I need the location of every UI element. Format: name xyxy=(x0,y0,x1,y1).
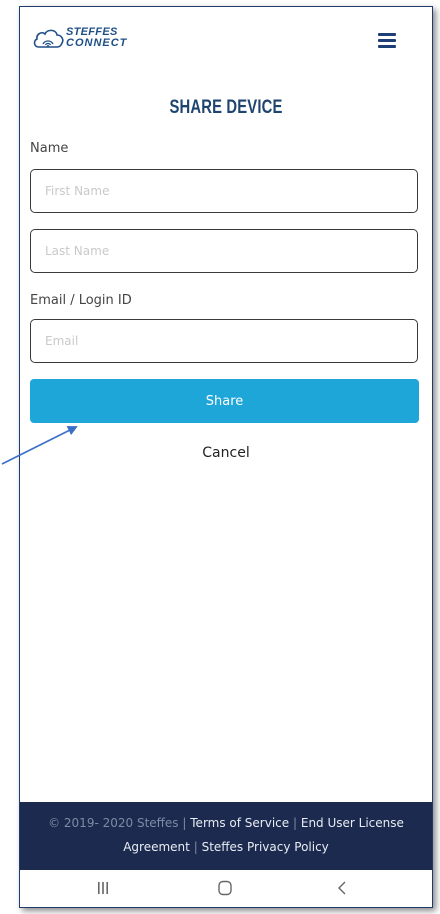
eula-link-part1[interactable]: End User License xyxy=(301,816,404,830)
privacy-policy-link[interactable]: Steffes Privacy Policy xyxy=(202,840,329,854)
footer-separator: | xyxy=(292,816,298,830)
phone-screen: STEFFES CONNECT SHARE DEVICE Name Email … xyxy=(19,6,433,908)
email-input[interactable] xyxy=(30,319,418,363)
share-button[interactable]: Share xyxy=(30,379,419,423)
first-name-input[interactable] xyxy=(30,169,418,213)
steffes-connect-logo[interactable]: STEFFES CONNECT xyxy=(32,25,142,55)
app-header: STEFFES CONNECT xyxy=(20,7,432,67)
last-name-input[interactable] xyxy=(30,229,418,273)
eula-link-part2[interactable]: Agreement xyxy=(123,840,190,854)
cancel-link[interactable]: Cancel xyxy=(20,445,432,461)
email-label: Email / Login ID xyxy=(30,293,132,308)
back-icon[interactable] xyxy=(336,881,348,895)
recents-icon[interactable] xyxy=(96,881,110,895)
footer-line-1: © 2019- 2020 Steffes | Terms of Service … xyxy=(20,811,432,835)
terms-of-service-link[interactable]: Terms of Service xyxy=(190,816,289,830)
cloud-wifi-logo-icon xyxy=(33,29,64,48)
copyright-text: © 2019- 2020 Steffes xyxy=(48,816,179,830)
hamburger-menu-icon[interactable] xyxy=(378,33,396,49)
page-title: SHARE DEVICE xyxy=(169,97,283,118)
footer: © 2019- 2020 Steffes | Terms of Service … xyxy=(20,802,432,870)
home-icon[interactable] xyxy=(217,880,233,896)
name-label: Name xyxy=(30,141,69,156)
logo-text: STEFFES CONNECT xyxy=(66,27,127,49)
system-nav-bar xyxy=(20,870,432,907)
footer-separator: | xyxy=(193,840,198,854)
logo-text-line2: CONNECT xyxy=(66,37,128,49)
footer-separator: | xyxy=(182,816,187,830)
footer-line-2: Agreement | Steffes Privacy Policy xyxy=(20,835,432,859)
